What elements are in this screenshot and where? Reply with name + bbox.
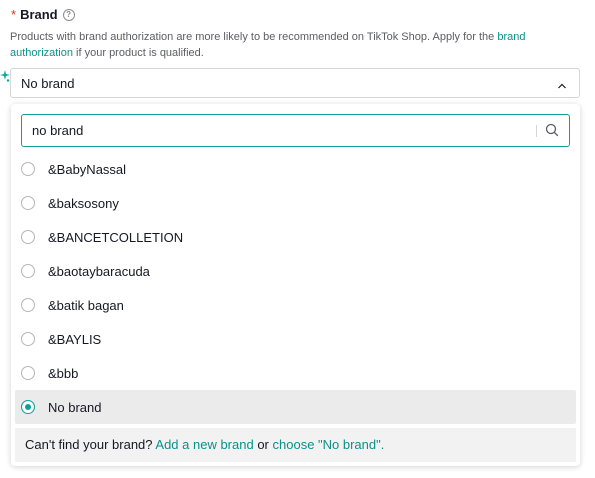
brand-search-box: [21, 114, 570, 147]
radio-button-checked[interactable]: [21, 400, 35, 414]
brand-option[interactable]: &BabyNassal: [15, 152, 576, 186]
sparkle-icon: [0, 70, 10, 82]
radio-button[interactable]: [21, 366, 35, 380]
brand-search-input[interactable]: [32, 115, 522, 146]
radio-button[interactable]: [21, 196, 35, 210]
brand-option-label: &bbb: [48, 365, 79, 381]
brand-option-list: &BabyNassal &baksosony &BANCETCOLLETION …: [15, 152, 576, 424]
radio-button[interactable]: [21, 230, 35, 244]
radio-button[interactable]: [21, 162, 35, 176]
radio-button[interactable]: [21, 298, 35, 312]
search-icon[interactable]: [545, 123, 559, 137]
brand-option[interactable]: &batik bagan: [15, 288, 576, 322]
brand-option-label: &batik bagan: [48, 297, 124, 313]
search-divider: [536, 125, 537, 137]
brand-dropdown: &BabyNassal &baksosony &BANCETCOLLETION …: [11, 104, 580, 466]
add-new-brand-link[interactable]: Add a new brand: [155, 437, 253, 452]
brand-option[interactable]: &baksosony: [15, 186, 576, 220]
chevron-up-icon[interactable]: [557, 78, 567, 89]
brand-option-label: &baotaybaracuda: [48, 263, 150, 279]
brand-select[interactable]: No brand: [10, 68, 580, 98]
required-mark: *: [11, 7, 17, 22]
brand-option[interactable]: &bbb: [15, 356, 576, 390]
footer-prefix: Can't find your brand?: [25, 437, 156, 452]
brand-option[interactable]: &baotaybaracuda: [15, 254, 576, 288]
brand-option-label: No brand: [48, 399, 102, 415]
brand-option[interactable]: &BAYLIS: [15, 322, 576, 356]
brand-option-label: &baksosony: [48, 195, 119, 211]
description-text-1: Products with brand authorization are mo…: [10, 31, 498, 43]
brand-option-selected[interactable]: No brand: [15, 390, 576, 424]
brand-field-page: * Brand ? Products with brand authorizat…: [0, 0, 595, 478]
brand-select-value: No brand: [21, 76, 75, 91]
brand-option-label: &BabyNassal: [48, 161, 127, 177]
description-text-2: if your product is qualified.: [73, 47, 204, 59]
question-circle-icon[interactable]: ?: [62, 8, 75, 21]
footer-middle: or: [253, 437, 273, 452]
brand-label: Brand: [20, 7, 58, 22]
brand-description: Products with brand authorization are mo…: [10, 29, 540, 61]
brand-option-label: &BANCETCOLLETION: [48, 229, 184, 245]
brand-option[interactable]: &BANCETCOLLETION: [15, 220, 576, 254]
choose-no-brand-link[interactable]: choose "No brand".: [273, 437, 385, 452]
brand-dropdown-footer: Can't find your brand? Add a new brand o…: [15, 428, 576, 462]
radio-button[interactable]: [21, 264, 35, 278]
radio-button[interactable]: [21, 332, 35, 346]
brand-field-header: * Brand ?: [11, 7, 75, 22]
brand-option-label: &BAYLIS: [48, 331, 102, 347]
